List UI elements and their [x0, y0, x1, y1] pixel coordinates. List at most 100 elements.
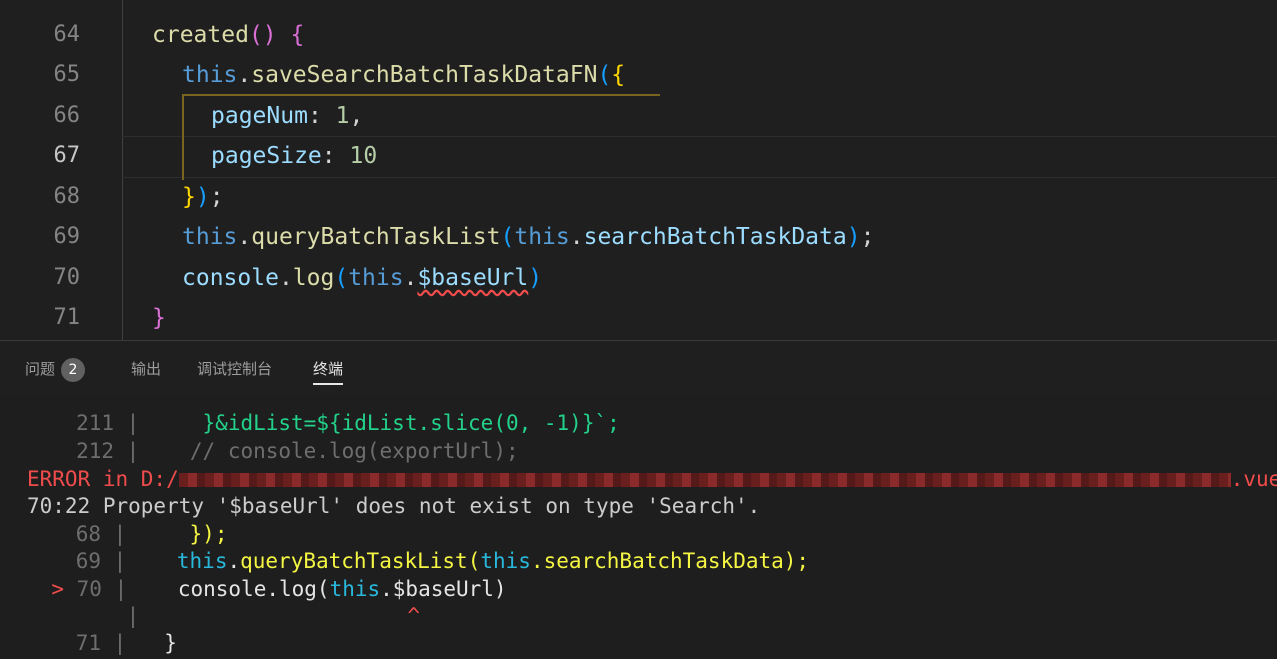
tab-debug-console[interactable]: 调试控制台: [197, 357, 272, 381]
terminal-line-number: 68: [75, 522, 101, 546]
tab-output[interactable]: 输出: [131, 357, 161, 381]
terminal-code: console.log(: [177, 577, 330, 601]
number-literal: 10: [349, 143, 378, 169]
code-editor[interactable]: 63 64 65 66 67 68 69 70 71 created() { t…: [0, 0, 1277, 340]
paren: (: [597, 62, 612, 88]
dot: .: [227, 549, 241, 573]
dot: .: [569, 224, 584, 250]
terminal-line-number: 69: [75, 549, 101, 573]
method-name: log: [292, 265, 335, 291]
terminal-line: 68 | });: [0, 521, 228, 548]
this-keyword: this: [480, 549, 531, 573]
terminal-code: }&idList=${idList.slice(0, -1)}`;: [202, 411, 620, 435]
terminal-error-path: ERROR in D:/ .vue: [27, 466, 1277, 493]
terminal-separator: |: [114, 577, 128, 601]
code-line-67: pageSize: 10: [211, 136, 377, 176]
error-squiggle-property[interactable]: $baseUrl: [417, 265, 528, 291]
method-name: saveSearchBatchTaskDataFN: [251, 62, 598, 88]
terminal-line-number: 70: [76, 577, 102, 601]
error-marker: >: [51, 577, 64, 601]
code-line-68: });: [182, 177, 224, 217]
paren: (: [334, 265, 349, 291]
this-keyword: this: [176, 549, 228, 573]
tab-problems[interactable]: 问题 2: [25, 357, 86, 382]
terminal-code: });: [189, 522, 228, 546]
terminal-error-message: 70:22 Property '$baseUrl' does not exist…: [27, 494, 761, 518]
method-name: queryBatchTaskList: [251, 224, 501, 250]
problems-count-badge: 2: [61, 358, 86, 382]
colon: :: [307, 103, 322, 129]
terminal-separator: |: [113, 631, 127, 655]
dot: .: [237, 224, 252, 250]
panel-tab-bar: 问题 2 输出 调试控制台 终端: [0, 340, 1277, 395]
terminal-output[interactable]: 211 | }&idList=${idList.slice(0, -1)}`; …: [0, 394, 1277, 659]
line-number: 64: [53, 22, 81, 47]
terminal-line-number: 71: [75, 631, 101, 655]
this-keyword: this: [514, 224, 570, 250]
terminal-line-caret: | ^: [0, 603, 420, 630]
code-line-66: pageNum: 1,: [211, 96, 363, 136]
terminal-separator: |: [113, 549, 127, 573]
terminal-separator: |: [113, 522, 127, 546]
terminal-line-number: 212: [76, 439, 114, 463]
terminal-code: queryBatchTaskList(: [240, 549, 481, 573]
terminal-line-number: 211: [76, 411, 114, 435]
paren: ): [195, 184, 210, 210]
paren: ): [846, 224, 861, 250]
brace: {: [290, 22, 305, 48]
line-number: 71: [53, 305, 81, 330]
terminal-separator: |: [126, 439, 140, 463]
dot: .: [278, 265, 293, 291]
brace: {: [611, 62, 626, 88]
dot: .: [403, 265, 418, 291]
line-number: 65: [53, 62, 81, 87]
property-name: searchBatchTaskData: [583, 224, 847, 250]
this-keyword: this: [182, 224, 238, 250]
terminal-code: // console.log(exportUrl);: [189, 439, 519, 463]
property-name: pageNum: [211, 103, 308, 129]
tab-terminal[interactable]: 终端: [313, 357, 344, 385]
code-line-71: }: [152, 298, 166, 338]
colon: :: [321, 143, 336, 169]
redacted-path: [178, 473, 1231, 487]
tab-label: 问题: [25, 360, 56, 378]
comma: ,: [349, 103, 364, 129]
terminal-line: 71 | }: [0, 630, 177, 657]
code-line-64: created() {: [152, 15, 304, 55]
terminal-line: 212 | // console.log(exportUrl);: [0, 438, 519, 465]
line-number: 70: [53, 265, 81, 290]
dot: .: [237, 62, 252, 88]
paren: (): [248, 22, 277, 48]
terminal-line: 211 | }&idList=${idList.slice(0, -1)}`;: [0, 410, 620, 437]
terminal-code: .$baseUrl): [380, 577, 507, 601]
number-literal: 1: [335, 103, 350, 129]
brace: }: [152, 305, 166, 331]
this-keyword: this: [182, 62, 238, 88]
line-number: 68: [53, 184, 81, 209]
code-line-70: console.log(this.$baseUrl): [182, 258, 542, 298]
code-line-69: this.queryBatchTaskList(this.searchBatch…: [182, 217, 874, 257]
terminal-separator: |: [126, 411, 140, 435]
line-number: 66: [53, 103, 81, 128]
error-suffix: .vue: [1230, 467, 1277, 491]
line-number: 69: [53, 224, 81, 249]
line-number-active: 67: [53, 143, 81, 168]
error-prefix: ERROR in D:/: [27, 467, 179, 491]
terminal-line-error: > 70 | console.log(this.$baseUrl): [0, 576, 507, 603]
paren: (: [500, 224, 515, 250]
error-caret: ^: [407, 604, 420, 628]
object-name: console: [182, 265, 279, 291]
terminal-separator: |: [126, 604, 140, 628]
this-keyword: this: [348, 265, 404, 291]
terminal-line: 69 | this.queryBatchTaskList(this.search…: [0, 548, 809, 575]
brace: }: [182, 184, 196, 210]
paren: ): [528, 265, 543, 291]
semicolon: ;: [860, 224, 875, 250]
line-number: 63: [0, 0, 81, 12]
property-name: pageSize: [211, 143, 322, 169]
code-line-65: this.saveSearchBatchTaskDataFN({: [182, 55, 625, 95]
method-name: created: [152, 22, 249, 48]
this-keyword: this: [329, 577, 381, 601]
terminal-code: .searchBatchTaskData);: [530, 549, 810, 573]
terminal-code: }: [164, 631, 177, 655]
